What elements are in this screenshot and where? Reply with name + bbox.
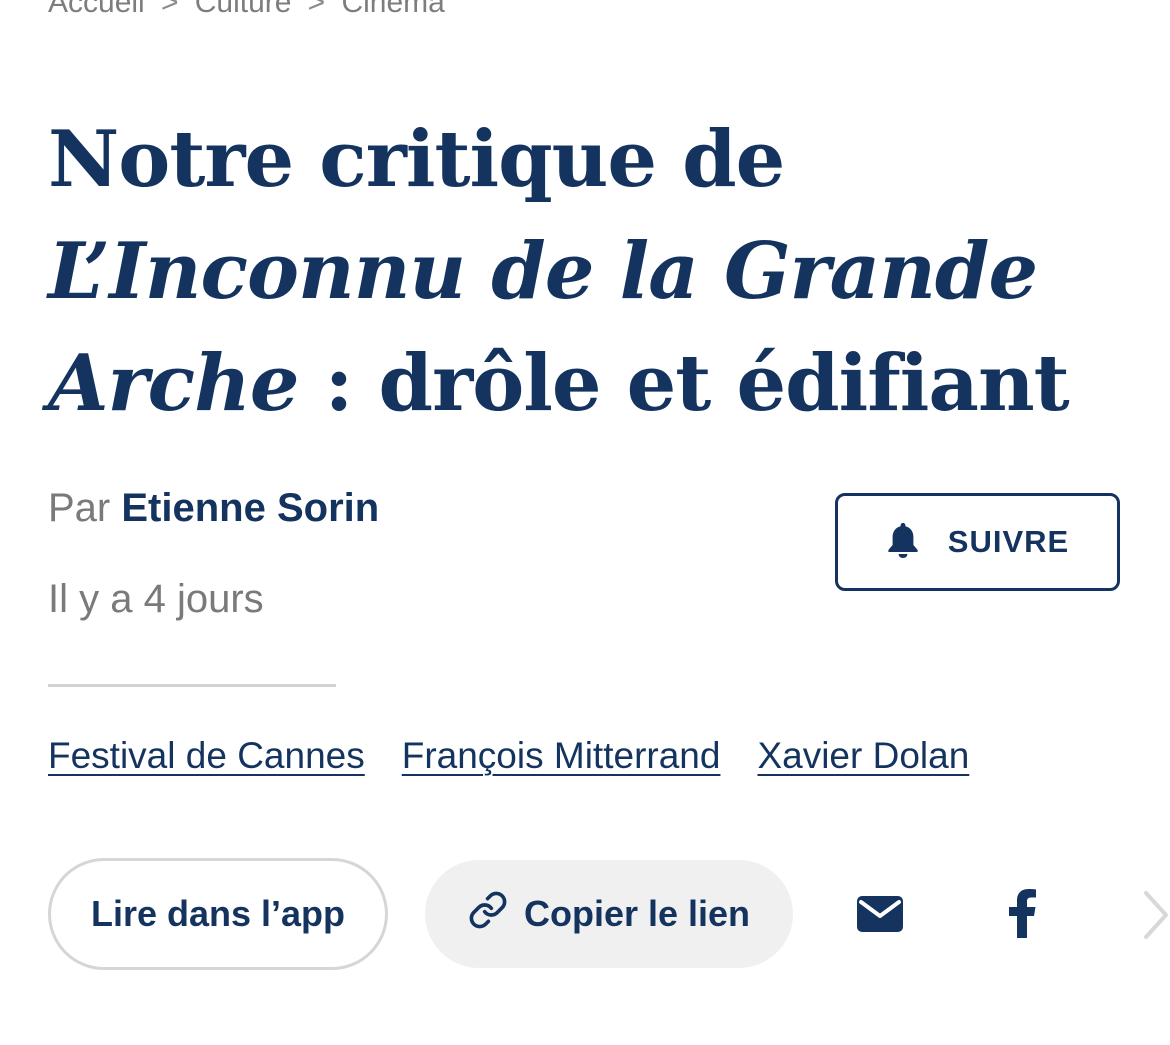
byline: Par Etienne Sorin	[48, 486, 379, 531]
title-line-1: Notre critique de	[48, 114, 785, 205]
author-link[interactable]: Etienne Sorin	[121, 486, 379, 530]
facebook-icon	[1007, 888, 1037, 942]
tag-list: Festival de Cannes François Mitterrand X…	[48, 735, 969, 777]
share-email-button[interactable]	[850, 888, 910, 944]
publish-date: Il y a 4 jours	[48, 577, 264, 621]
follow-button[interactable]: SUIVRE	[835, 493, 1120, 591]
copy-link-button[interactable]: Copier le lien	[425, 860, 793, 968]
breadcrumb-item-accueil[interactable]: Accueil	[48, 0, 145, 20]
tag-francois-mitterrand[interactable]: François Mitterrand	[402, 735, 721, 777]
bell-icon	[886, 521, 920, 563]
breadcrumb: Accueil > Culture > Cinéma	[48, 0, 445, 20]
copy-link-label: Copier le lien	[523, 893, 751, 934]
byline-prefix: Par	[48, 486, 111, 530]
article-title: Notre critique de L’Inconnu de la Grande …	[48, 104, 1128, 440]
link-icon	[468, 890, 508, 939]
breadcrumb-item-cinema[interactable]: Cinéma	[341, 0, 444, 20]
breadcrumb-separator: >	[160, 0, 179, 19]
tag-xavier-dolan[interactable]: Xavier Dolan	[757, 735, 969, 777]
share-scroll-next-button[interactable]	[1140, 886, 1170, 948]
divider	[48, 684, 336, 687]
title-subtitle: : drôle et édifiant	[298, 338, 1070, 429]
chevron-right-icon	[1140, 889, 1170, 945]
breadcrumb-separator: >	[307, 0, 326, 19]
read-in-app-label: Lire dans l’app	[90, 893, 346, 934]
follow-button-label: SUIVRE	[947, 524, 1070, 559]
mail-icon	[856, 894, 904, 938]
share-facebook-button[interactable]	[995, 884, 1049, 946]
tag-festival-de-cannes[interactable]: Festival de Cannes	[48, 735, 365, 777]
breadcrumb-item-culture[interactable]: Culture	[195, 0, 292, 20]
read-in-app-button[interactable]: Lire dans l’app	[48, 858, 388, 970]
